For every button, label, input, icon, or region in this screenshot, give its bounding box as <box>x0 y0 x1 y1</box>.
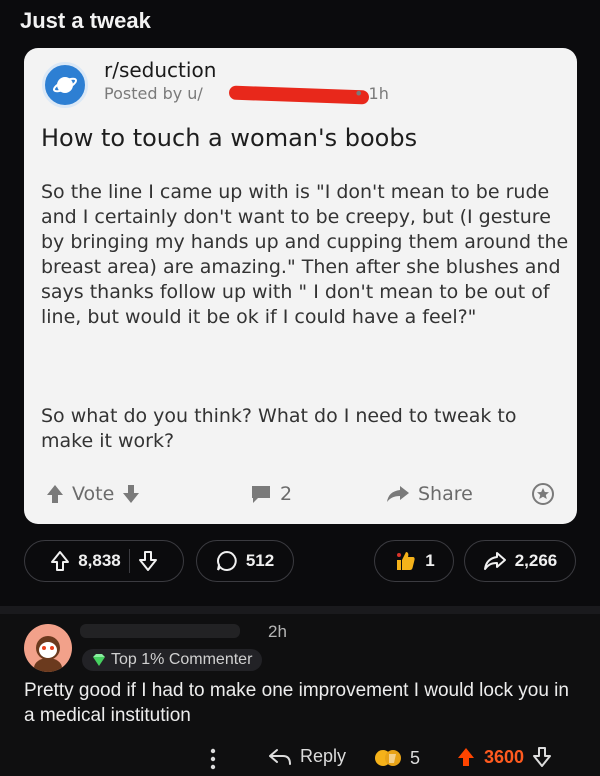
subreddit-name: r/seduction <box>104 58 217 82</box>
vote-label: Vote <box>72 483 115 505</box>
more-options-button[interactable] <box>210 748 216 770</box>
award-count: 1 <box>425 551 435 570</box>
comment-icon <box>216 550 237 571</box>
award-icon <box>532 483 554 505</box>
vote-divider <box>128 549 130 573</box>
post-age: • 1h <box>354 84 389 103</box>
arrow-down-icon <box>123 485 140 503</box>
share-button[interactable]: 2,266 <box>464 540 576 582</box>
badge-label: Top 1% Commenter <box>111 651 253 668</box>
comment-bubble-icon <box>252 486 270 503</box>
avatar[interactable] <box>24 624 72 672</box>
comment-award[interactable]: 5 <box>374 746 420 770</box>
upvote-icon[interactable] <box>50 550 70 572</box>
share-icon <box>483 552 506 570</box>
comment-score: 3600 <box>484 746 525 767</box>
comment-time: 2h <box>268 622 287 641</box>
section-divider <box>0 606 600 614</box>
post-title: Just a tweak <box>20 8 151 33</box>
card-comment-count: 2 <box>280 483 293 505</box>
award-cluster-icon <box>375 750 401 766</box>
subreddit-icon <box>42 62 88 108</box>
commenter-name-redacted <box>80 624 240 638</box>
card-share: Share <box>386 483 473 505</box>
card-body-paragraph-2: So what do you think? What do I need to … <box>41 405 517 452</box>
card-body-paragraph-1: So the line I came up with is "I don't m… <box>41 181 569 328</box>
share-arrow-icon <box>387 486 409 502</box>
downvote-outline-icon[interactable] <box>532 746 552 768</box>
username-redaction <box>228 85 370 105</box>
share-count: 2,266 <box>514 551 558 570</box>
comment-vote: 3600 <box>456 746 552 768</box>
comment: 2h Top 1% Commenter Pretty good if I had… <box>0 614 600 776</box>
comments-button[interactable]: 512 <box>196 540 294 582</box>
upvote-filled-icon[interactable] <box>456 746 476 768</box>
comment-award-count: 5 <box>410 747 421 768</box>
arrow-up-icon <box>47 485 63 503</box>
card-award <box>531 482 555 506</box>
comment-action-bar: Reply 5 3600 <box>0 742 600 776</box>
reply-label: Reply <box>300 746 347 766</box>
upvote-count: 8,838 <box>78 551 121 570</box>
vote-pill: 8,838 <box>24 540 184 582</box>
card-action-bar: Vote 2 Share <box>24 478 577 514</box>
more-vertical-icon <box>210 748 216 770</box>
award-button[interactable]: 1 <box>374 540 454 582</box>
comment-count: 512 <box>245 551 275 570</box>
card-comments: 2 <box>250 483 292 505</box>
card-vote: Vote <box>46 483 140 505</box>
card-title: How to touch a woman's boobs <box>41 124 418 152</box>
share-label: Share <box>418 483 473 505</box>
commenter-badge: Top 1% Commenter <box>82 649 263 671</box>
comment-text: Pretty good if I had to make one improve… <box>24 680 569 726</box>
thumbs-up-award-icon <box>397 552 415 570</box>
screenshot-card: r/seduction Posted by u/ • 1h How to tou… <box>24 48 577 524</box>
posted-by: Posted by u/ <box>104 84 203 103</box>
reply-arrow-icon <box>269 748 291 765</box>
top-commenter-icon <box>93 654 105 666</box>
reply-button[interactable]: Reply <box>268 746 346 767</box>
downvote-icon[interactable] <box>138 550 158 572</box>
